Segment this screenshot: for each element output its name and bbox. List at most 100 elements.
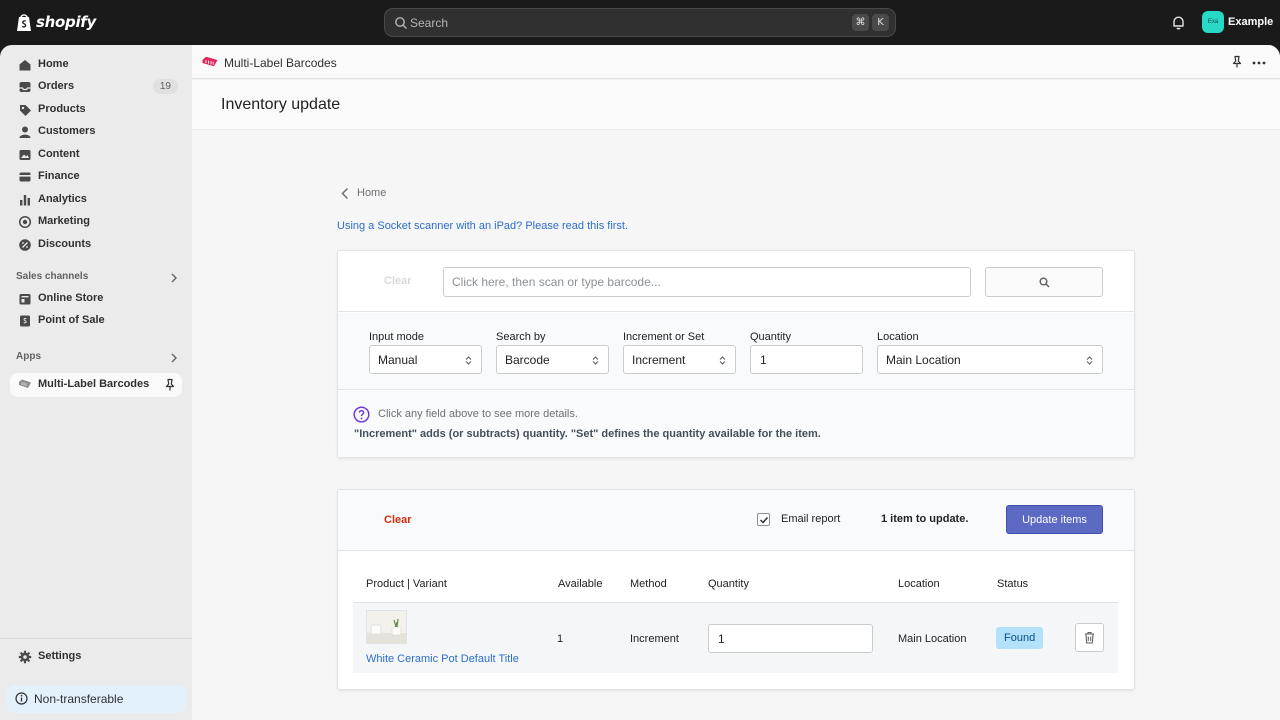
status-badge: Found	[996, 627, 1044, 649]
page-titlebar: Inventory update	[192, 80, 1280, 130]
discount-icon	[19, 239, 31, 251]
sidebar-item-products[interactable]: Products	[10, 99, 182, 121]
sidebar-item-label: Products	[38, 103, 86, 115]
sidebar-divider	[0, 638, 192, 639]
sidebar-item-analytics[interactable]: Analytics	[10, 189, 182, 211]
back-link-home[interactable]: Home	[340, 187, 386, 200]
pin-icon[interactable]	[1231, 55, 1243, 69]
product-thumbnail[interactable]	[366, 610, 407, 644]
sidebar-item-label: Point of Sale	[38, 314, 105, 326]
barcode-app-icon	[19, 379, 31, 388]
info-icon	[15, 692, 28, 705]
items-clear-button[interactable]: Clear	[384, 514, 412, 526]
increment-or-set-label: Increment or Set	[623, 331, 705, 343]
scan-clear-button[interactable]: Clear	[384, 275, 412, 287]
checkmark-icon	[759, 516, 769, 524]
main-area: Multi-Label Barcodes Inventory update Ho…	[192, 45, 1280, 720]
pos-icon	[20, 315, 30, 327]
search-icon	[395, 17, 407, 29]
items-card: Clear Email report 1 item to update. Upd…	[337, 489, 1135, 690]
store-name[interactable]: Example	[1228, 16, 1273, 28]
column-header-quantity: Quantity	[708, 578, 749, 590]
sidebar-item-orders[interactable]: Orders 19	[10, 76, 182, 98]
delete-row-button[interactable]	[1075, 623, 1104, 652]
column-header-method: Method	[630, 578, 667, 590]
update-items-button[interactable]: Update items	[1006, 505, 1103, 534]
sidebar-item-home[interactable]: Home	[10, 54, 182, 76]
top-bar: shopify Search ⌘ K Exa Example	[0, 0, 1280, 45]
sidebar-item-label: Discounts	[38, 238, 92, 250]
sidebar-item-label: Multi-Label Barcodes	[38, 378, 150, 390]
sidebar-item-multi-label-barcodes[interactable]: Multi-Label Barcodes	[10, 373, 182, 397]
back-link-label: Home	[357, 187, 387, 199]
sidebar-item-content[interactable]: Content	[10, 144, 182, 166]
trash-icon	[1085, 631, 1094, 644]
sidebar-item-customers[interactable]: Customers	[10, 121, 182, 143]
search-icon	[1039, 277, 1050, 288]
help-panel: Click any field above to see more detail…	[338, 391, 1134, 457]
column-header-location: Location	[898, 578, 940, 590]
column-header-available: Available	[558, 578, 603, 590]
email-report-label[interactable]: Email report	[781, 513, 840, 525]
location-value: Main Location	[886, 353, 961, 367]
location-select[interactable]: Main Location	[877, 345, 1103, 374]
barcode-input[interactable]	[443, 267, 971, 297]
search-by-label: Search by	[496, 331, 546, 343]
column-header-status: Status	[997, 578, 1029, 590]
sidebar-item-label: Content	[38, 148, 80, 160]
sidebar-item-discounts[interactable]: Discounts	[10, 234, 182, 256]
inbox-icon	[19, 82, 31, 92]
sidebar-item-label: Home	[38, 58, 69, 70]
location-cell: Main Location	[898, 633, 967, 645]
select-arrows-icon	[465, 356, 472, 365]
input-mode-label: Input mode	[369, 331, 425, 343]
product-image	[367, 611, 406, 643]
tag-icon	[20, 105, 31, 116]
input-mode-select[interactable]: Manual	[369, 345, 482, 374]
target-icon	[18, 215, 32, 229]
quantity-input[interactable]	[750, 345, 863, 374]
increment-or-set-select[interactable]: Increment	[623, 345, 736, 374]
barcode-search-button[interactable]	[985, 267, 1103, 297]
sidebar-item-label: Marketing	[38, 215, 90, 227]
product-variant-link[interactable]: White Ceramic Pot Default Title	[366, 653, 519, 665]
sidebar-item-finance[interactable]: Finance	[10, 166, 182, 188]
sidebar: Home Orders 19 Products Customers Conten…	[0, 45, 192, 720]
more-options-icon[interactable]	[1252, 61, 1266, 65]
options-row: Input mode Manual Search by Barcode Incr…	[338, 313, 1134, 390]
pin-icon[interactable]	[164, 378, 176, 392]
sidebar-item-marketing[interactable]: Marketing	[10, 211, 182, 233]
shopify-bag-icon	[17, 14, 31, 31]
image-icon	[19, 150, 31, 160]
sidebar-item-online-store[interactable]: Online Store	[10, 288, 182, 310]
avatar[interactable]: Exa	[1202, 11, 1224, 33]
non-transferable-notice[interactable]: Non-transferable	[7, 685, 186, 713]
available-cell: 1	[557, 633, 564, 645]
chevron-right-icon[interactable]	[170, 273, 178, 283]
table-row: White Ceramic Pot Default Title 1 Increm…	[353, 603, 1118, 673]
help-hint-text: Click any field above to see more detail…	[378, 408, 578, 420]
socket-scanner-info-link[interactable]: Using a Socket scanner with an iPad? Ple…	[337, 220, 628, 232]
search-by-value: Barcode	[505, 353, 550, 367]
select-arrows-icon	[592, 356, 599, 365]
chevron-right-icon[interactable]	[170, 353, 178, 363]
sidebar-item-point-of-sale[interactable]: Point of Sale	[10, 310, 182, 332]
store-icon	[19, 294, 31, 305]
bell-icon[interactable]	[1171, 15, 1186, 30]
email-report-checkbox[interactable]	[757, 513, 770, 526]
app-name: Multi-Label Barcodes	[224, 56, 337, 70]
search-by-select[interactable]: Barcode	[496, 345, 609, 374]
increment-or-set-value: Increment	[632, 353, 686, 367]
search-placeholder: Search	[410, 16, 449, 30]
sidebar-item-settings[interactable]: Settings	[10, 646, 182, 668]
column-header-product: Product | Variant	[366, 578, 447, 590]
chevron-left-icon	[341, 187, 349, 200]
select-arrows-icon	[719, 356, 726, 365]
items-count-text: 1 item to update.	[881, 513, 969, 525]
shopify-logo[interactable]: shopify	[16, 12, 96, 32]
apps-heading: Apps	[16, 351, 41, 362]
global-search[interactable]: Search ⌘ K	[384, 8, 896, 37]
sidebar-item-label: Settings	[38, 650, 82, 662]
help-note-text: "Increment" adds (or subtracts) quantity…	[354, 428, 821, 440]
row-quantity-input[interactable]	[708, 624, 873, 653]
